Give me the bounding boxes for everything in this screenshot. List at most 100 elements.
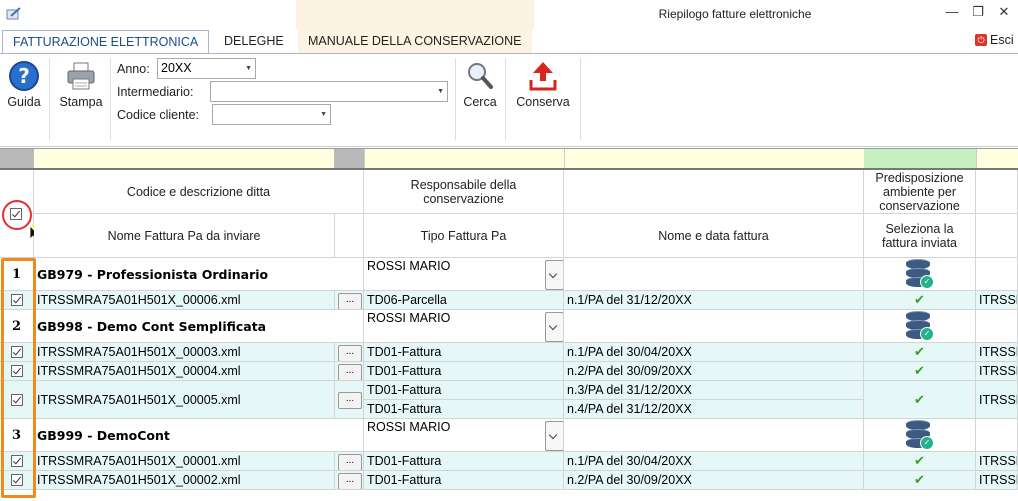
header-seleziona[interactable]: Seleziona la fattura inviata: [864, 214, 976, 258]
anno-select[interactable]: 20XX ▼: [157, 58, 256, 79]
database-icon[interactable]: ✓: [904, 259, 934, 289]
ribbon-separator: [455, 58, 456, 140]
database-icon[interactable]: ✓: [904, 420, 934, 450]
db-cell: ✓: [864, 419, 976, 452]
sent-check[interactable]: ✔: [864, 381, 976, 419]
tipo-fattura: TD01-Fattura: [364, 452, 564, 471]
group-blank: [564, 310, 864, 343]
cerca-button[interactable]: Cerca: [459, 60, 501, 109]
browse-button[interactable]: ...: [338, 363, 362, 380]
stampa-button[interactable]: Stampa: [55, 60, 107, 109]
browse-button[interactable]: ...: [338, 344, 362, 361]
tipo-fattura: TD06-Parcella: [364, 291, 564, 310]
nome-data-fattura: n.2/PA del 30/09/20XX: [564, 471, 864, 490]
checkbox-column-highlight: [1, 258, 36, 498]
ribbon: [0, 53, 1018, 147]
check-icon: ✔: [914, 472, 925, 487]
header-responsabile[interactable]: Responsabile della conservazione: [364, 170, 564, 214]
check-icon: ✔: [914, 391, 925, 407]
ribbon-separator: [49, 58, 50, 140]
header-blank: [564, 170, 864, 214]
group-blank: [564, 419, 864, 452]
extra-file: ITRSSM: [976, 343, 1018, 362]
sent-check[interactable]: ✔: [864, 362, 976, 381]
tab-highlight-bg: [296, 0, 534, 30]
chevron-down-icon: ▼: [320, 111, 327, 118]
conserva-button[interactable]: Conserva: [511, 60, 575, 109]
check-icon: ✔: [914, 344, 925, 359]
codice-cliente-select[interactable]: ▼: [212, 104, 331, 125]
header-extra: [976, 214, 1018, 258]
upload-icon: [529, 62, 557, 91]
header-nome-data-fattura[interactable]: Nome e data fattura: [564, 214, 864, 258]
browse-button[interactable]: ...: [338, 472, 362, 489]
chevron-down-icon: ▼: [245, 65, 252, 72]
check-icon: ✔: [914, 363, 925, 378]
group-ditta[interactable]: GB999 - DemoCont: [34, 419, 364, 452]
nome-data-fattura: n.3/PA del 31/12/20XX: [564, 381, 864, 400]
file-name: ITRSSMRA75A01H501X_00002.xml: [34, 471, 335, 490]
minimize-button[interactable]: —: [942, 4, 962, 22]
extra-file: ITRSSM: [976, 381, 1018, 419]
browse-button[interactable]: ...: [338, 292, 362, 309]
chevron-down-icon[interactable]: [545, 421, 563, 451]
header-codice-descrizione[interactable]: Codice e descrizione ditta: [34, 170, 364, 214]
intermediario-label: Intermediario:: [117, 85, 194, 99]
restore-button[interactable]: ❐: [968, 4, 988, 22]
svg-text:?: ?: [18, 64, 30, 88]
dots-cell: ...: [335, 291, 364, 310]
sent-check[interactable]: ✔: [864, 343, 976, 362]
browse-button[interactable]: ...: [338, 392, 362, 409]
database-icon[interactable]: ✓: [904, 311, 934, 341]
responsabile-value: ROSSI MARIO: [367, 259, 451, 273]
printer-icon: [67, 62, 95, 90]
anno-label: Anno:: [117, 62, 150, 76]
tab-manuale-conservazione[interactable]: MANUALE DELLA CONSERVAZIONE: [298, 30, 532, 54]
tipo-fattura: TD01-Fattura: [364, 362, 564, 381]
group-ditta[interactable]: GB979 - Professionista Ordinario: [34, 258, 364, 291]
tipo-fattura: TD01-Fattura: [364, 381, 564, 400]
help-icon: ?: [9, 61, 39, 91]
stampa-label: Stampa: [59, 95, 103, 109]
guida-button[interactable]: ? Guida: [4, 60, 44, 109]
extra-file: ITRSSM: [976, 362, 1018, 381]
exit-button[interactable]: ⏻ Esci: [975, 33, 1014, 47]
header-predisposizione[interactable]: Predisposizione ambiente per conservazio…: [864, 170, 976, 214]
close-button[interactable]: ✕: [994, 4, 1014, 22]
db-cell: ✓: [864, 310, 976, 343]
codice-cliente-label: Codice cliente:: [117, 108, 199, 122]
header-tipo-fattura[interactable]: Tipo Fattura Pa: [364, 214, 564, 258]
ribbon-separator: [580, 58, 581, 140]
group-ditta[interactable]: GB998 - Demo Cont Semplificata: [34, 310, 364, 343]
responsabile-select[interactable]: ROSSI MARIO: [364, 258, 564, 291]
check-icon: ✔: [914, 292, 925, 307]
chevron-down-icon[interactable]: [545, 312, 563, 342]
tipo-fattura: TD01-Fattura: [364, 471, 564, 490]
extra-file: ITRSSM: [976, 471, 1018, 490]
header-nome-fattura[interactable]: Nome Fattura Pa da inviare: [34, 214, 335, 258]
select-all-checkbox[interactable]: [10, 208, 22, 220]
grid-band-gray: [334, 149, 364, 168]
nome-data-fattura: n.4/PA del 31/12/20XX: [564, 400, 864, 419]
sent-check[interactable]: ✔: [864, 471, 976, 490]
header-extra: [976, 170, 1018, 214]
group-blank: [564, 258, 864, 291]
tab-fatturazione-elettronica[interactable]: FATTURAZIONE ELETTRONICA: [2, 30, 210, 54]
sent-check[interactable]: ✔: [864, 291, 976, 310]
nome-data-fattura: n.1/PA del 30/04/20XX: [564, 343, 864, 362]
responsabile-select[interactable]: ROSSI MARIO: [364, 310, 564, 343]
file-name: ITRSSMRA75A01H501X_00001.xml: [34, 452, 335, 471]
dots-cell: ...: [335, 343, 364, 362]
chevron-down-icon[interactable]: [545, 260, 563, 290]
header-blank: [335, 214, 364, 258]
responsabile-value: ROSSI MARIO: [367, 311, 451, 325]
file-name: ITRSSMRA75A01H501X_00005.xml: [34, 381, 335, 419]
extra-file: ITRSSM: [976, 452, 1018, 471]
conserva-label: Conserva: [516, 95, 570, 109]
sent-check[interactable]: ✔: [864, 452, 976, 471]
intermediario-select[interactable]: ▼: [210, 81, 448, 102]
power-icon: ⏻: [975, 34, 987, 46]
responsabile-select[interactable]: ROSSI MARIO: [364, 419, 564, 452]
browse-button[interactable]: ...: [338, 453, 362, 470]
tab-deleghe[interactable]: DELEGHE: [214, 30, 294, 54]
